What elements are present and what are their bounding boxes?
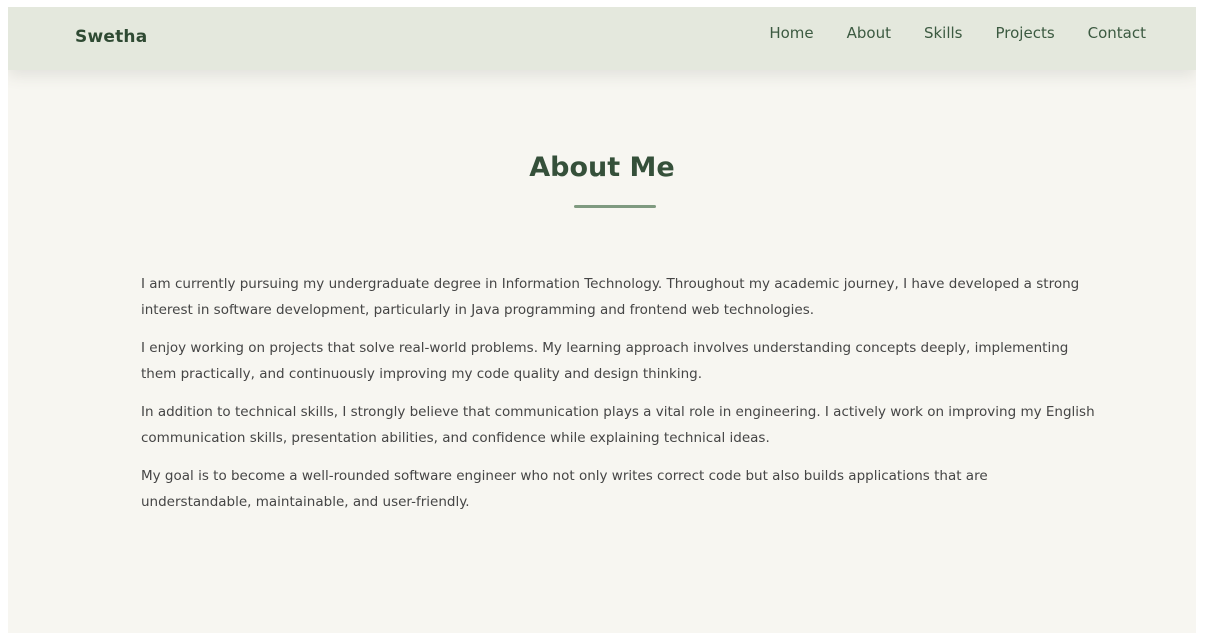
- section-title: About Me: [529, 152, 675, 183]
- nav-link-projects[interactable]: Projects: [996, 24, 1055, 42]
- nav-link-contact[interactable]: Contact: [1088, 24, 1146, 42]
- brand-logo[interactable]: Swetha: [75, 27, 147, 47]
- about-paragraph-4: My goal is to become a well-rounded soft…: [141, 468, 988, 510]
- about-paragraph-2: I enjoy working on projects that solve r…: [141, 340, 1069, 382]
- nav-link-home[interactable]: Home: [769, 24, 813, 42]
- about-paragraph-1: I am currently pursuing my undergraduate…: [141, 276, 1080, 318]
- about-paragraph-3: In addition to technical skills, I stron…: [141, 404, 1095, 446]
- about-text: I am currently pursuing my undergraduate…: [141, 271, 1101, 527]
- title-underline: [574, 205, 656, 208]
- nav-link-skills[interactable]: Skills: [924, 24, 963, 42]
- navbar: Swetha Home About Skills Projects Contac…: [8, 7, 1196, 70]
- page-frame: Swetha Home About Skills Projects Contac…: [8, 7, 1196, 633]
- nav-links: Home About Skills Projects Contact: [736, 24, 1146, 42]
- nav-link-about[interactable]: About: [847, 24, 891, 42]
